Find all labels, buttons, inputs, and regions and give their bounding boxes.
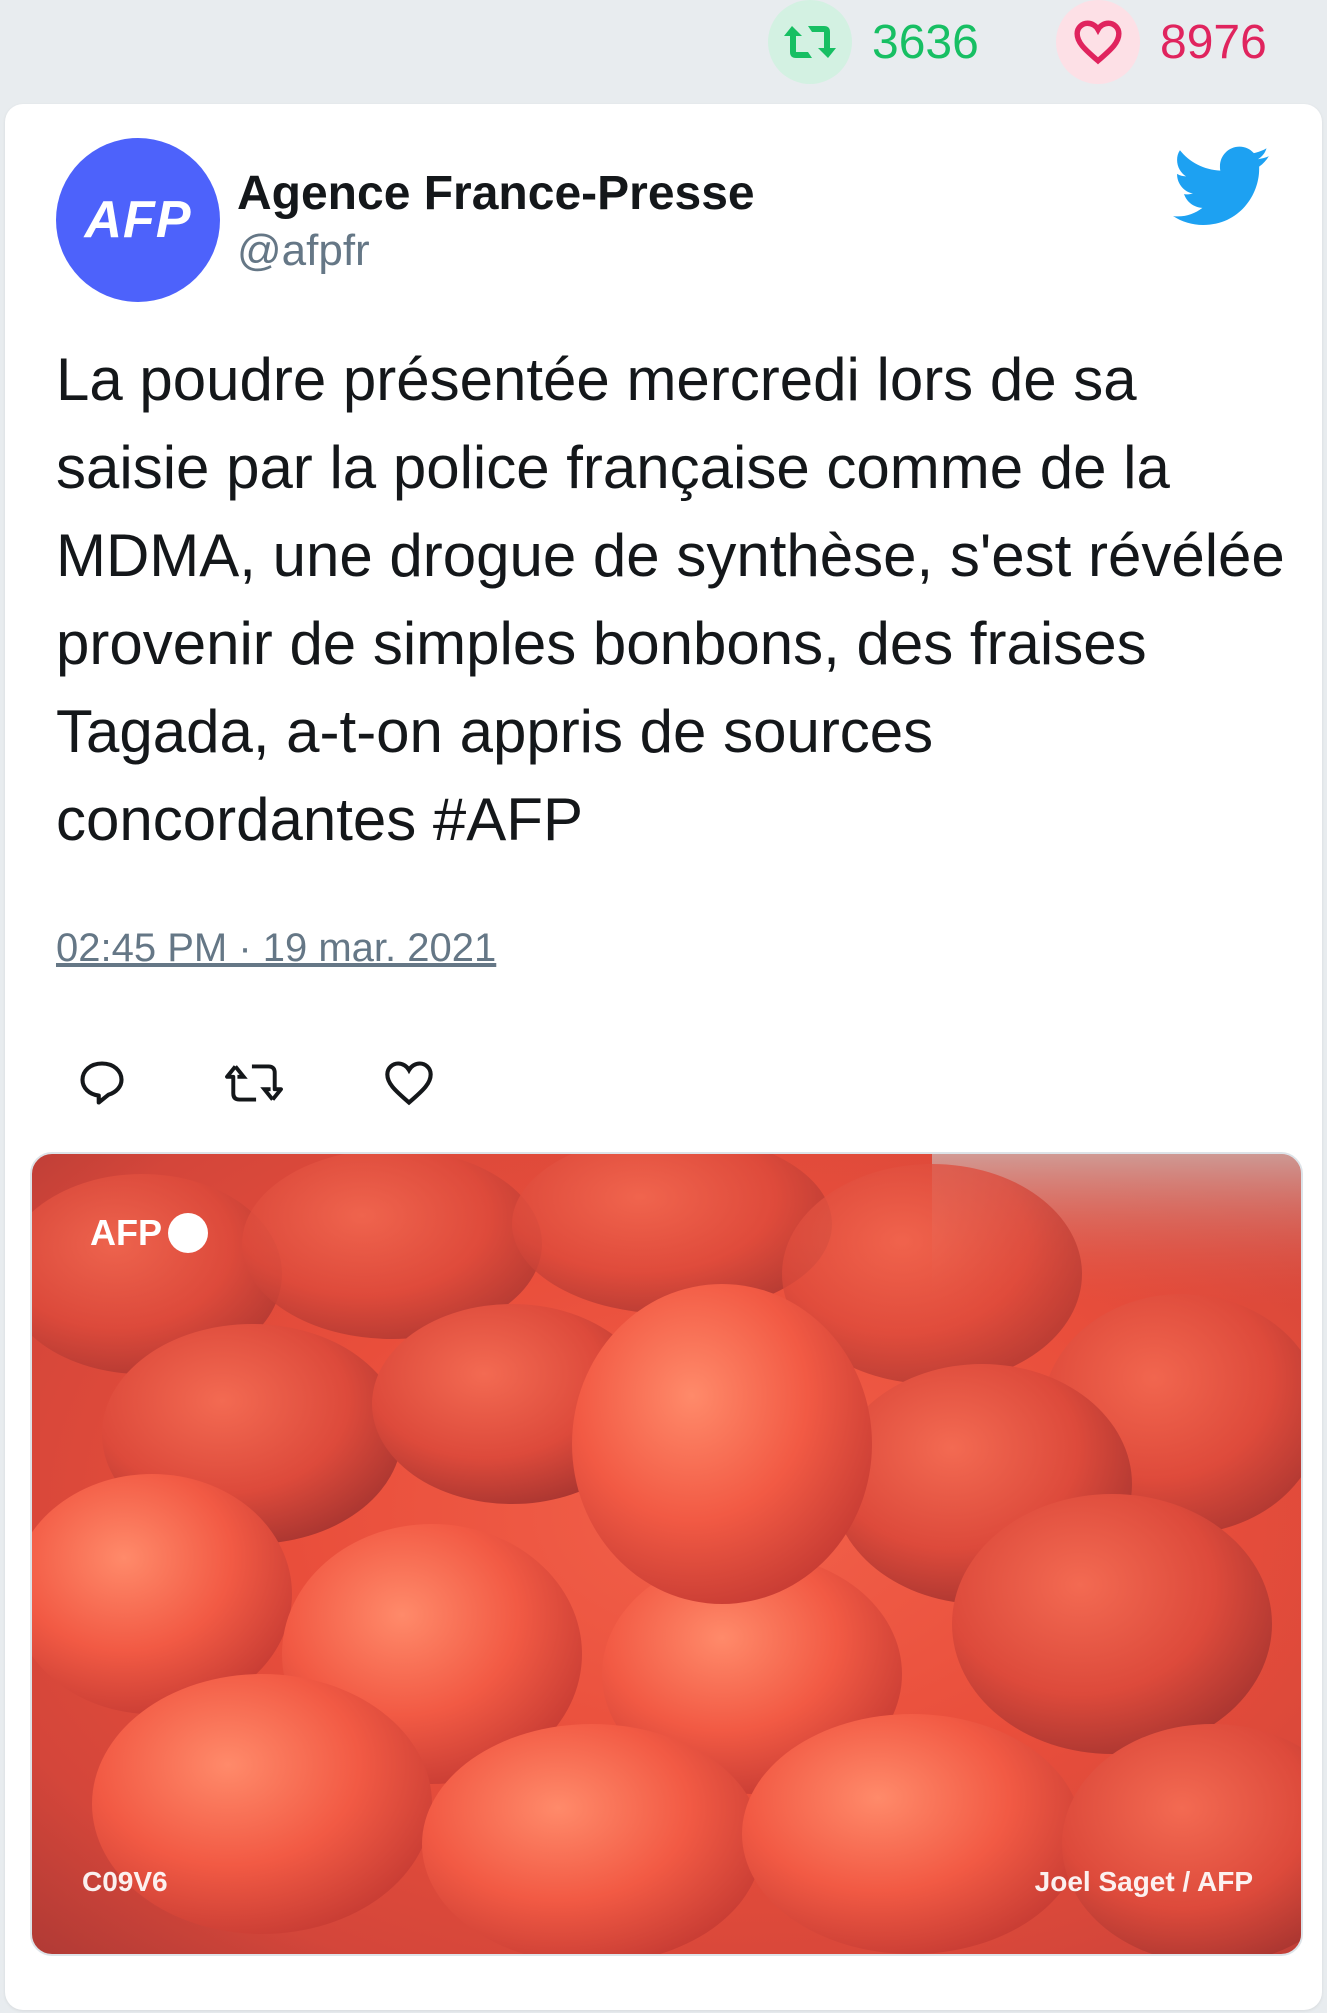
media-logo-text: AFP xyxy=(90,1212,162,1253)
retweet-stat[interactable]: 3636 xyxy=(768,0,979,84)
media-credit: Joel Saget / AFP xyxy=(1034,1866,1253,1897)
author-name[interactable]: Agence France-Presse xyxy=(237,166,755,221)
avatar[interactable]: AFP xyxy=(56,138,220,302)
twitter-bird-icon[interactable] xyxy=(1173,146,1271,228)
tweet-media-photo[interactable]: AFP C09V6 Joel Saget / AFP xyxy=(30,1152,1303,1956)
retweet-icon[interactable] xyxy=(768,0,852,84)
media-code: C09V6 xyxy=(82,1866,168,1897)
author-handle[interactable]: @afpfr xyxy=(237,226,370,276)
avatar-logo-text: AFP xyxy=(84,191,192,249)
like-count: 8976 xyxy=(1160,15,1267,69)
tweet-card: AFP Agence France-Presse @afpfr La poudr… xyxy=(5,104,1322,2010)
heart-icon[interactable] xyxy=(1056,0,1140,84)
like-icon[interactable] xyxy=(372,1046,446,1120)
retweet-action-icon[interactable] xyxy=(217,1046,291,1120)
strawberry-candies-photo xyxy=(32,1154,1301,1954)
media-afp-logo: AFP xyxy=(90,1212,208,1254)
engagement-stats: 3636 8976 xyxy=(0,0,1327,88)
tweet-timestamp[interactable]: 02:45 PM · 19 mar. 2021 xyxy=(56,926,496,971)
tweet-text: La poudre présentée mercredi lors de sa … xyxy=(56,346,1285,853)
retweet-count: 3636 xyxy=(872,15,979,69)
like-stat[interactable]: 8976 xyxy=(1056,0,1267,84)
reply-icon[interactable] xyxy=(65,1046,139,1120)
logo-dot-icon xyxy=(168,1213,208,1253)
